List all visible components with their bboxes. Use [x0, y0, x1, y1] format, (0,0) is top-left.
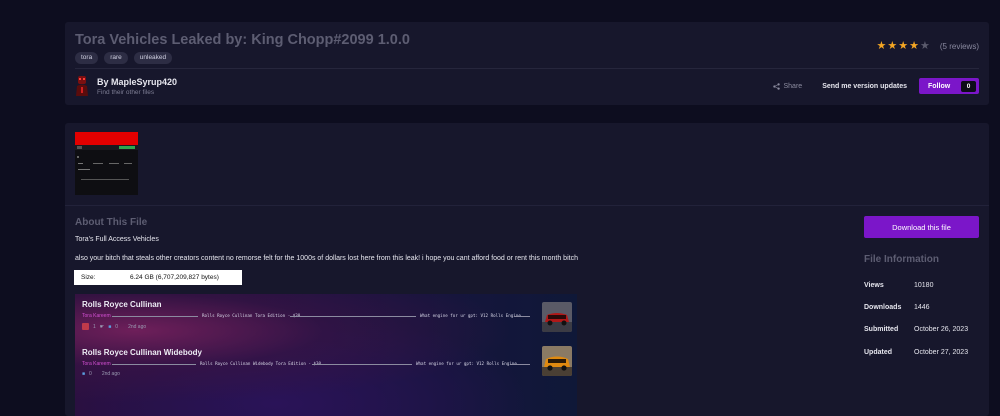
reviews-count[interactable]: (5 reviews) [940, 42, 979, 51]
star-icon: ★ [887, 40, 898, 52]
reaction-count: 1 [93, 323, 96, 330]
author-block: By MapleSyrup420 Find their other files [75, 75, 177, 97]
info-row-updated: Updated October 27, 2023 [864, 349, 968, 356]
listing-details: Tora Kareem Rolls Royce Cullinan Tora Ed… [82, 313, 572, 321]
share-label: Share [783, 82, 803, 90]
listing-text: Rolls Royce Cullinan Tora Edition - $30 [202, 313, 301, 318]
follow-count: 0 [961, 80, 976, 92]
pointer-icon: ☛ [99, 323, 105, 330]
size-value: 6.24 GB (6,707,209,827 bytes) [130, 274, 219, 281]
content-divider [65, 205, 989, 206]
comment-icon: ■ [82, 371, 86, 377]
tag-tora[interactable]: tora [75, 52, 99, 64]
star-rating[interactable]: ★ ★ ★ ★ ★ [877, 41, 930, 52]
comment-icon: ■ [108, 323, 112, 330]
listing-time: 2nd ago [128, 323, 147, 330]
star-empty-icon: ★ [920, 40, 930, 52]
header-actions: Share Send me version updates Follow 0 [772, 78, 979, 94]
listing-title: Rolls Royce Cullinan [82, 300, 162, 309]
info-value: October 26, 2023 [914, 326, 969, 333]
about-title: About This File [75, 217, 148, 228]
info-value: 1446 [914, 304, 930, 311]
rating: ★ ★ ★ ★ ★ (5 reviews) [877, 41, 980, 52]
comment-count: 0 [89, 371, 92, 377]
description-line-1: Tora's Full Access Vehicles [75, 236, 159, 243]
listing-author: Tora Kareem [82, 361, 111, 367]
avatar[interactable] [75, 75, 89, 97]
listing-time: 2nd ago [101, 371, 120, 377]
tag-unleaked[interactable]: unleaked [133, 52, 173, 64]
file-header: Tora Vehicles Leaked by: King Chopp#2099… [65, 22, 989, 105]
page-title: Tora Vehicles Leaked by: King Chopp#2099… [75, 32, 410, 48]
star-icon: ★ [876, 40, 887, 52]
info-label: Submitted [864, 326, 899, 333]
info-label: Views [864, 282, 884, 289]
version-updates-button[interactable]: Send me version updates [822, 83, 907, 90]
follow-label: Follow [928, 82, 951, 90]
file-info-title: File Information [864, 254, 939, 265]
header-divider [75, 68, 979, 69]
share-button[interactable]: Share [772, 82, 803, 90]
reaction-icon [82, 323, 89, 330]
info-row-views: Views 10180 [864, 282, 933, 289]
file-size-box: Size: 6.24 GB (6,707,209,827 bytes) [74, 270, 242, 285]
embedded-preview-image: Rolls Royce Cullinan Tora Kareem Rolls R… [75, 294, 577, 416]
star-icon: ★ [909, 40, 919, 52]
follow-button[interactable]: Follow 0 [919, 78, 979, 94]
listing-item: Rolls Royce Cullinan Tora Kareem Rolls R… [82, 300, 572, 332]
info-row-downloads: Downloads 1446 [864, 304, 930, 311]
star-icon: ★ [898, 40, 909, 52]
info-row-submitted: Submitted October 26, 2023 [864, 326, 968, 333]
share-icon [772, 82, 780, 90]
listing-engine: What engine for ur gpt: V12 Rolls Engine [416, 361, 517, 366]
info-label: Downloads [864, 304, 902, 311]
info-label: Updated [864, 349, 892, 356]
listing-title: Rolls Royce Cullinan Widebody [82, 348, 202, 357]
info-value: October 27, 2023 [914, 349, 969, 356]
listing-meta: ■ 0 2nd ago [82, 371, 572, 377]
listing-details: Tora Kareem Rolls Royce Cullinan Widebod… [82, 361, 572, 369]
comment-count: 0 [115, 323, 119, 330]
file-content: About This File Tora's Full Access Vehic… [65, 123, 989, 416]
info-value: 10180 [914, 282, 934, 289]
size-label: Size: [81, 274, 96, 281]
listing-engine: What engine for ur gpt: V12 Rolls Engine [420, 313, 521, 318]
listing-text: Rolls Royce Cullinan Widebody Tora Editi… [200, 361, 322, 366]
author-other-files-link[interactable]: Find their other files [97, 89, 177, 96]
screenshot-thumbnail[interactable] [75, 132, 138, 195]
listing-meta: 1 ☛ ■ 0 2nd ago [82, 323, 572, 330]
car-thumbnail [542, 346, 572, 376]
car-thumbnail [542, 302, 572, 332]
download-button[interactable]: Download this file [864, 216, 979, 238]
listing-item: Rolls Royce Cullinan Widebody Tora Karee… [82, 346, 572, 377]
listing-author: Tora Kareem [82, 313, 111, 319]
tag-rare[interactable]: rare [104, 52, 128, 64]
description-line-2: also your bitch that steals other creato… [75, 255, 578, 262]
author-name[interactable]: By MapleSyrup420 [97, 77, 177, 87]
tag-list: tora rare unleaked [75, 52, 173, 64]
